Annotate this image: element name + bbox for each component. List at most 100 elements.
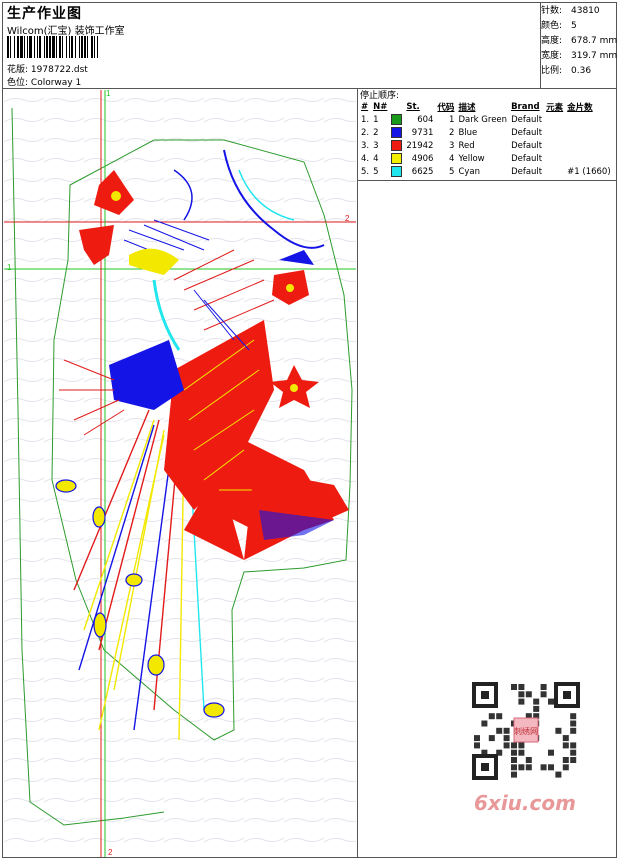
row-code: 2 [449,127,455,138]
stat-stitches: 针数: 43810 [541,6,600,16]
row-sequins [565,152,613,165]
page-title: 生产作业图 [7,6,82,22]
row-stitches: 604 [417,114,434,125]
qr-module [503,727,510,734]
barcode-bar [79,36,80,58]
row-n: 4 [373,153,379,164]
row-swatch [389,113,404,126]
guide-label-h1: 1 [7,263,12,272]
barcode-bar [56,36,57,58]
barcode-bar [20,36,23,58]
colorway-line: 色位: Colorway 1 [7,75,81,88]
barcode-bar [34,36,35,58]
row-desc: Cyan [458,166,480,177]
qr-module [540,764,547,771]
barcode-bar [71,36,73,58]
pattern-label: 花版: [7,65,29,75]
col-index: # [361,101,369,112]
qr-module [503,735,510,742]
col-swatch [389,100,404,113]
row-n: 2 [373,127,379,138]
qr-module [540,691,547,698]
barcode-bar [44,36,45,58]
panel-divider [357,88,358,858]
qr-module [533,705,540,712]
colorway-value: Colorway 1 [30,78,82,88]
qr-module [518,764,525,771]
row-n: 5 [373,166,379,177]
row-brand: Default [511,140,543,151]
row-sequins: #1 (1660) [567,166,611,177]
row-index: 4. [361,153,370,164]
row-index: 3. [361,140,370,151]
col-sequins: 金片数 [567,102,593,113]
barcode-bar [97,36,98,58]
col-element: 元素 [546,102,564,113]
qr-module [562,742,569,749]
row-code: 5 [449,166,455,177]
qr-module [481,720,488,727]
row-swatch [389,152,404,165]
colorway-table: # N# St. 代码 描述 Brand 元素 金片数 1. 1 604 1 Dark … [359,100,613,178]
row-swatch [389,139,404,152]
qr-module [570,757,577,763]
row-index: 5. [361,166,370,177]
qr-module [518,684,525,690]
qr-module [511,749,517,756]
table-bottom-rule [357,180,617,181]
table-header: # N# St. 代码 描述 Brand 元素 金片数 [359,100,613,113]
barcode-bar [91,36,93,58]
site-watermark: 6xiu.com [474,791,576,815]
qr-module [511,742,517,749]
barcode-bar [59,36,61,58]
row-stitches: 4906 [411,153,434,164]
col-stitches: St. [406,101,420,112]
pattern-line: 花版: 1978722.dst [7,62,88,75]
qr-module [570,742,577,749]
row-desc: Blue [458,127,478,138]
barcode-bar [7,36,9,58]
color-swatch [391,153,403,164]
qr-module [496,727,503,734]
row-sequins [565,139,613,152]
stat-width: 宽度: 319.7 mm [541,51,618,61]
barcode-bar [62,36,63,58]
qr-code-icon: 刺绣网 [472,682,580,780]
qr-module [518,742,525,749]
row-brand: Default [511,153,543,164]
barcode-bar [75,36,76,58]
barcode-bar [49,36,51,58]
pattern-value: 1978722.dst [30,65,88,75]
row-desc: Yellow [458,153,485,164]
row-index: 1. [361,114,370,125]
color-swatch [391,166,403,177]
qr-module [511,757,517,763]
qr-module [474,742,480,749]
row-stitches: 6625 [411,166,434,177]
qr-module [511,684,517,690]
barcode-bar [24,36,25,58]
stat-scale: 比例: 0.36 [541,66,592,76]
barcode-bar [14,36,15,58]
color-stop-row: 1. 1 604 1 Dark Green Default [359,113,613,126]
color-stop-row: 5. 5 6625 5 Cyan Default #1 (1660) [359,165,613,178]
qr-code-watermark: 刺绣网 [470,680,582,782]
row-n: 3 [373,140,379,151]
qr-module [562,757,569,763]
qr-module [570,713,577,720]
row-desc: Dark Green [458,114,508,125]
qr-module [496,713,503,720]
row-code: 1 [449,114,455,125]
qr-module [548,698,554,705]
qr-module [503,742,510,749]
qr-module [562,764,569,771]
row-index: 2. [361,127,370,138]
row-brand: Default [511,114,543,125]
colorway-label: 色位: [7,78,29,88]
barcode-bar [29,36,32,58]
qr-badge-text: 刺绣网 [514,726,538,736]
row-swatch [389,126,404,139]
row-swatch [389,165,404,178]
color-swatch [391,127,403,138]
qr-module [525,757,532,763]
